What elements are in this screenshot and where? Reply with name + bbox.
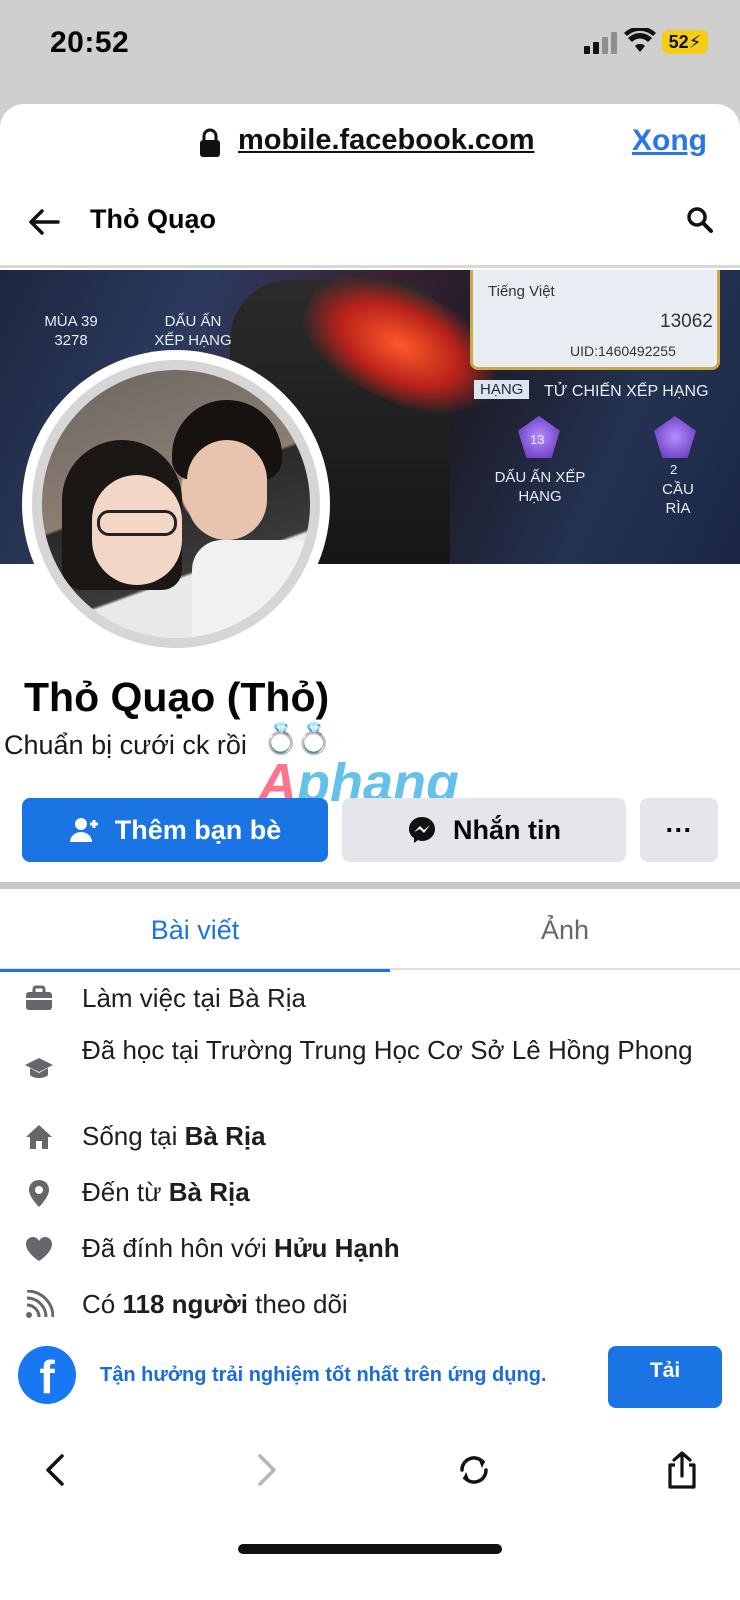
message-button[interactable]: Nhắn tin <box>342 798 626 862</box>
page-title: Thỏ Quạo <box>90 204 216 234</box>
profile-name: Thỏ Quạo (Thỏ) <box>24 674 330 720</box>
back-arrow-icon[interactable] <box>24 202 64 242</box>
profile-bio: Chuẩn bị cưới ck rồi <box>4 730 247 760</box>
intro-followers-suffix: theo dõi <box>247 1289 348 1319</box>
kill-badge-icon <box>654 416 696 458</box>
tab-photos-label: Ảnh <box>540 914 590 945</box>
url-text[interactable]: mobile.facebook.com <box>238 124 535 157</box>
status-bar: 20:52 52 ⚡ <box>0 0 740 100</box>
browser-sheet: mobile.facebook.com Xong Thỏ Quạo Tiếng … <box>0 104 740 1600</box>
intro-lives-prefix: Sống tại <box>82 1121 185 1151</box>
intro-followers-text[interactable]: Có 118 người theo dõi <box>82 1286 702 1323</box>
home-indicator <box>238 1544 502 1554</box>
cover-rank-mark-label-2: DẤU ẤN XẾP HẠNG <box>494 469 586 505</box>
battery-level: 52 <box>668 31 689 52</box>
page-header: Thỏ Quạo <box>0 184 740 268</box>
wifi-icon <box>624 28 656 52</box>
graduation-cap-icon <box>25 1058 53 1078</box>
cover-kill-label: CẦU RÌA <box>662 481 694 517</box>
intro-lives-place[interactable]: Bà Rịa <box>185 1121 266 1151</box>
facebook-logo-icon: f <box>18 1346 76 1404</box>
home-icon <box>26 1125 52 1149</box>
cover-rank-mark-label: DẤU ẤN XẾP HẠNG <box>154 313 232 349</box>
app-install-banner: f Tận hưởng trải nghiệm tốt nhất trên ứn… <box>0 1334 740 1420</box>
search-icon[interactable] <box>686 206 714 234</box>
more-options-button[interactable]: ··· <box>640 798 718 862</box>
add-friend-button[interactable]: Thêm bạn bè <box>22 798 328 862</box>
download-app-button[interactable]: Tải <box>608 1346 722 1408</box>
reload-icon[interactable] <box>454 1450 494 1490</box>
cover-rank-level: 13 <box>530 432 545 447</box>
intro-followers-prefix: Có <box>82 1289 123 1319</box>
intro-work-text: Làm việc tại Bà Rịa <box>82 983 306 1013</box>
cover-ranked-tab-2: TỬ CHIẾN XẾP HẠNG <box>544 383 709 400</box>
share-icon[interactable] <box>662 1450 702 1490</box>
intro-from-prefix: Đến từ <box>82 1177 169 1207</box>
section-divider <box>0 882 740 889</box>
cellular-signal-icon <box>584 32 617 54</box>
briefcase-icon <box>26 985 52 1010</box>
active-tab-indicator <box>0 969 390 972</box>
cover-likes: 13062 <box>660 311 713 332</box>
lock-icon <box>200 128 220 157</box>
message-label: Nhắn tin <box>453 814 561 845</box>
intro-followers-count: 118 người <box>122 1289 248 1319</box>
add-friend-label: Thêm bạn bè <box>114 814 282 845</box>
cover-ranked-tab-1: HẠNG <box>474 380 530 399</box>
photo-person-shirt <box>192 540 310 638</box>
tab-photos[interactable]: Ảnh <box>390 890 740 970</box>
intro-from-place[interactable]: Bà Rịa <box>169 1177 250 1207</box>
heart-icon <box>26 1237 52 1261</box>
profile-tabs: Bài viết Ảnh <box>0 890 740 972</box>
intro-relationship-partner[interactable]: Hửu Hạnh <box>274 1233 400 1263</box>
browser-toolbar <box>0 1420 740 1600</box>
photo-glasses <box>97 510 177 536</box>
intro-lives-text: Sống tại Bà Rịa <box>82 1118 702 1155</box>
cover-language: Tiếng Việt <box>488 283 555 300</box>
intro-relationship-text: Đã đính hôn với Hửu Hạnh <box>82 1230 702 1267</box>
cover-kill-level: 2 <box>670 462 678 477</box>
status-time: 20:52 <box>50 26 130 59</box>
location-pin-icon <box>29 1180 49 1207</box>
rss-icon <box>26 1290 54 1318</box>
browser-back-icon[interactable] <box>36 1450 76 1490</box>
app-banner-text: Tận hưởng trải nghiệm tốt nhất trên ứng … <box>100 1364 547 1386</box>
browser-forward-icon[interactable] <box>246 1450 286 1490</box>
tab-posts[interactable]: Bài viết <box>0 890 390 972</box>
profile-picture[interactable] <box>22 350 330 658</box>
battery-icon: 52 ⚡ <box>662 30 708 54</box>
url-bar[interactable]: mobile.facebook.com Xong <box>0 104 740 184</box>
add-friend-icon <box>69 818 98 842</box>
done-button[interactable]: Xong <box>632 124 707 158</box>
intro-relationship-prefix: Đã đính hôn với <box>82 1233 274 1263</box>
cover-season-value: 3278 <box>54 332 88 349</box>
intro-from-text: Đến từ Bà Rịa <box>82 1174 702 1211</box>
tab-posts-label: Bài viết <box>150 914 240 945</box>
cover-season-label: MÙA 39 <box>44 313 98 330</box>
profile-photo <box>32 360 320 648</box>
intro-education-text: Đã học tại Trường Trung Học Cơ Sở Lê Hồn… <box>82 1035 693 1065</box>
photo-person-face <box>187 440 267 540</box>
more-options-icon: ··· <box>665 814 693 845</box>
messenger-icon <box>409 817 435 843</box>
cover-uid: UID:1460492255 <box>570 343 676 359</box>
